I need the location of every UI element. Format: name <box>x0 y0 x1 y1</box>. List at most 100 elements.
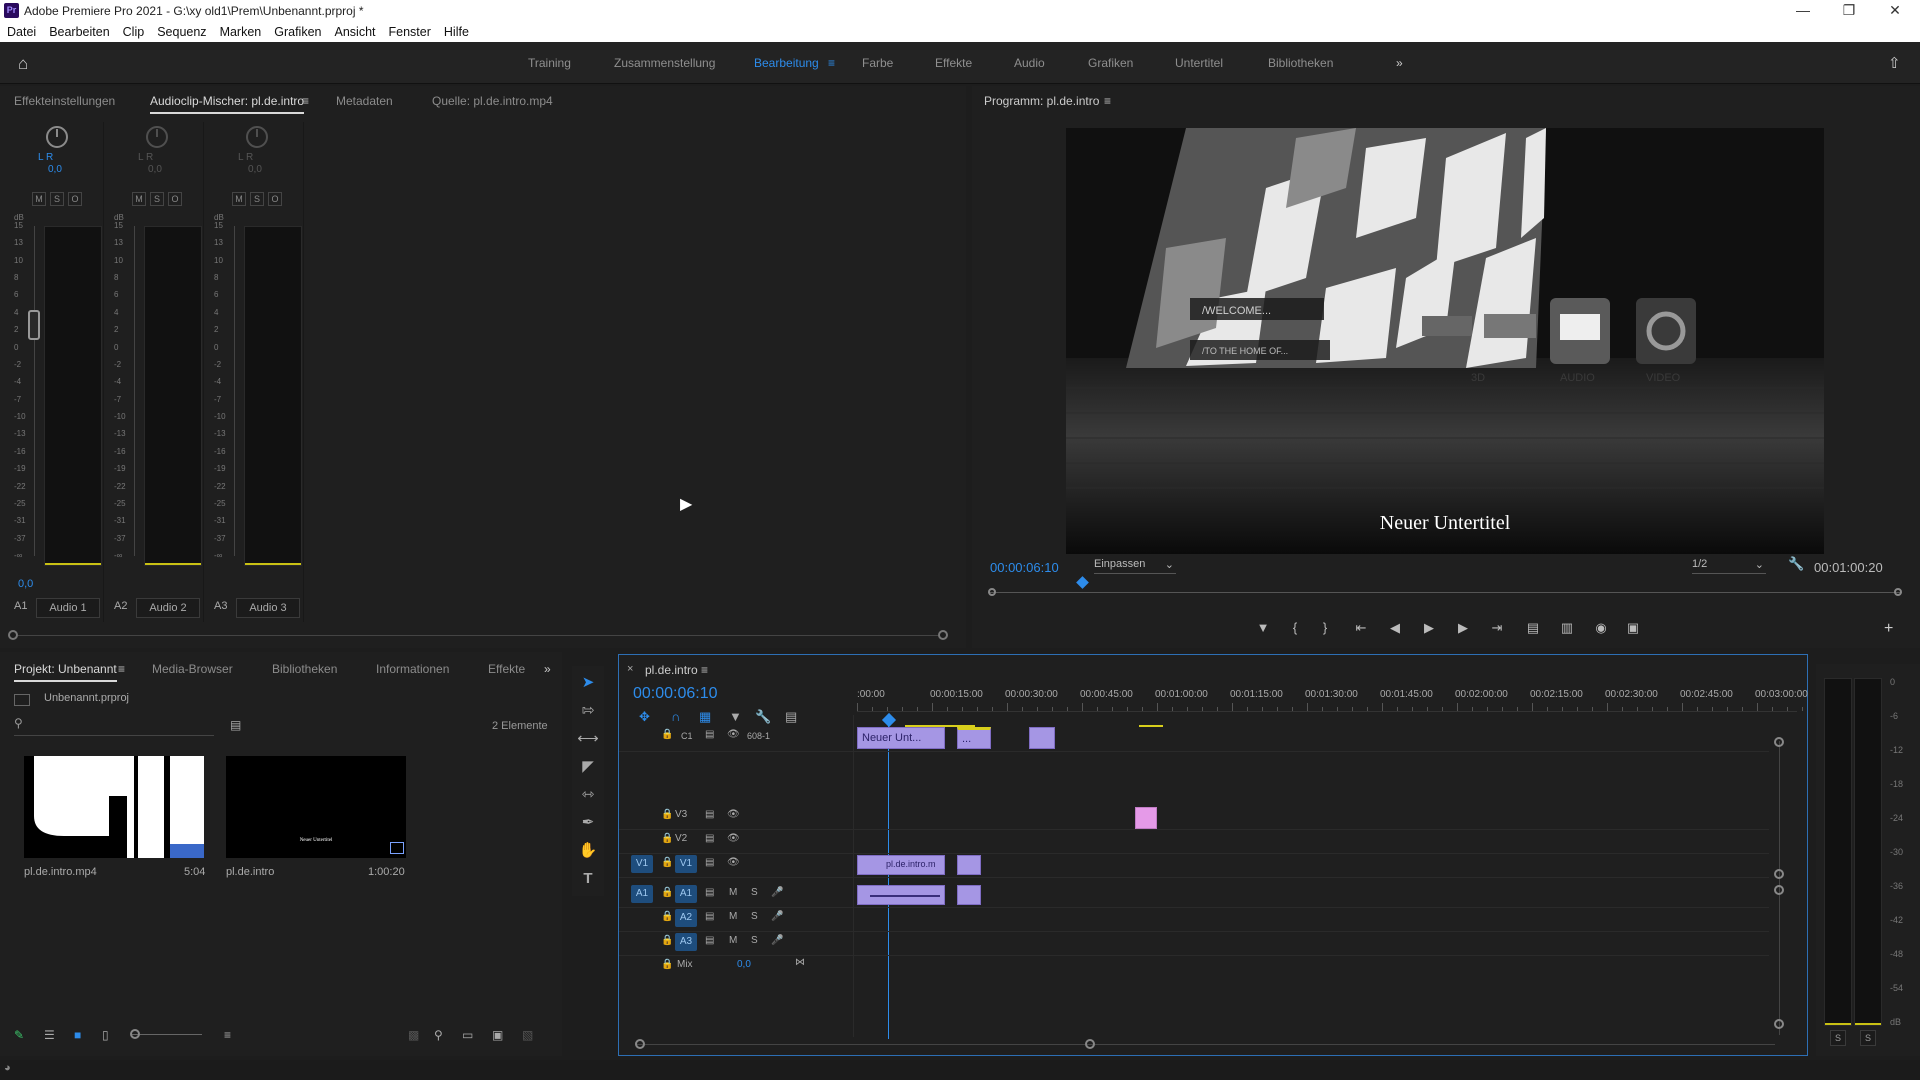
lock-icon[interactable]: 🔒 <box>661 729 673 740</box>
caption-clip-3[interactable] <box>1029 727 1055 749</box>
program-menu-icon[interactable]: ≡ <box>1104 94 1111 108</box>
mix-value[interactable]: 0,0 <box>737 959 751 970</box>
volume-fader-handle[interactable] <box>28 310 40 340</box>
add-marker-icon[interactable]: ▼ <box>729 709 742 724</box>
mute-track-button[interactable]: M <box>729 887 737 898</box>
ripple-edit-tool-icon[interactable]: ⟷ <box>576 728 600 750</box>
scroll-handle-mid[interactable] <box>1774 869 1784 879</box>
workspace-farbe[interactable]: Farbe <box>862 56 893 70</box>
write-icon[interactable]: ✎ <box>14 1028 24 1042</box>
comparison-view-icon[interactable]: ▣ <box>1622 620 1644 636</box>
source-patch-v1[interactable]: V1 <box>631 855 653 873</box>
audio-track-id[interactable]: A3 <box>675 933 697 951</box>
lock-icon[interactable]: 🔒 <box>661 935 673 946</box>
tab-media-browser[interactable]: Media-Browser <box>152 662 233 676</box>
thumbnail-intro-mp4[interactable] <box>24 756 204 858</box>
mark-out-icon[interactable]: } <box>1314 620 1336 635</box>
eye-icon[interactable]: 👁 <box>727 833 740 844</box>
program-timecode[interactable]: 00:00:06:10 <box>990 560 1059 575</box>
video-track-id[interactable]: V2 <box>675 831 687 844</box>
minimize-icon[interactable]: — <box>1780 0 1826 22</box>
hand-tool-icon[interactable]: ✋ <box>576 840 600 862</box>
timeline-horizontal-scrollbar[interactable] <box>635 1039 1795 1051</box>
mixer-scrollbar[interactable] <box>8 630 948 640</box>
go-to-out-icon[interactable]: ⇥ <box>1486 620 1508 636</box>
pan-knob[interactable] <box>46 126 68 148</box>
program-playhead[interactable] <box>1076 576 1089 589</box>
insert-sequence-icon[interactable]: ✥ <box>639 709 650 725</box>
menu-grafiken[interactable]: Grafiken <box>267 22 327 39</box>
lift-icon[interactable]: ▤ <box>1522 620 1544 636</box>
toggle-sync-icon[interactable]: ▤ <box>705 833 714 844</box>
solo-button[interactable]: S <box>250 192 264 206</box>
mix-bowtie-icon[interactable]: ⋈ <box>795 957 805 968</box>
caption-clip[interactable]: Neuer Unt... <box>857 727 945 749</box>
v1-video-clip-2[interactable] <box>957 855 981 875</box>
home-icon[interactable]: ⌂ <box>18 54 28 74</box>
workspace-grafiken[interactable]: Grafiken <box>1088 56 1133 70</box>
pen-tool-icon[interactable]: ✒ <box>576 812 600 834</box>
timeline-ruler[interactable]: :00:00 00:00:15:00 00:00:30:00 00:00:45:00 0… <box>857 689 1818 719</box>
mark-in-icon[interactable]: { <box>1284 620 1306 635</box>
panel-menu-icon[interactable]: ≡ <box>118 662 125 676</box>
maximize-icon[interactable]: ❐ <box>1826 0 1872 22</box>
linked-selection-icon[interactable]: ▦ <box>699 709 711 725</box>
captions-icon[interactable]: ▤ <box>785 709 797 725</box>
tab-audioclip-mischer[interactable]: Audioclip-Mischer: pl.de.intro <box>150 94 305 114</box>
toggle-sync-icon[interactable]: ▤ <box>705 887 714 898</box>
new-item-icon[interactable]: ▣ <box>492 1028 503 1042</box>
more-workspaces-icon[interactable]: » <box>1396 56 1403 70</box>
track-select-tool-icon[interactable]: ⇰ <box>576 700 600 722</box>
record-button[interactable]: O <box>168 192 182 206</box>
mute-button[interactable]: M <box>132 192 146 206</box>
a1-audio-clip[interactable] <box>857 885 945 905</box>
pan-knob[interactable] <box>146 126 168 148</box>
zoom-slider-handle[interactable] <box>130 1029 140 1039</box>
microphone-icon[interactable]: 🎤 <box>771 887 783 898</box>
workspace-bibliotheken[interactable]: Bibliotheken <box>1268 56 1333 70</box>
workspace-effekte[interactable]: Effekte <box>935 56 972 70</box>
lock-icon[interactable]: 🔒 <box>661 809 673 820</box>
scroll-handle-bottom[interactable] <box>1774 1019 1784 1029</box>
solo-button[interactable]: S <box>50 192 64 206</box>
tab-effekteinstellungen[interactable]: Effekteinstellungen <box>14 94 115 108</box>
new-bin-icon[interactable]: ▭ <box>462 1028 473 1042</box>
solo-button[interactable]: S <box>150 192 164 206</box>
lock-icon[interactable]: 🔒 <box>661 959 673 970</box>
trash-icon[interactable]: ▧ <box>522 1028 533 1042</box>
eye-icon[interactable]: 👁 <box>727 729 740 740</box>
workspace-audio[interactable]: Audio <box>1014 56 1045 70</box>
close-sequence-icon[interactable]: × <box>627 663 633 675</box>
eye-icon[interactable]: 👁 <box>727 809 740 820</box>
tab-informationen[interactable]: Informationen <box>376 662 449 676</box>
sequence-tab[interactable]: pl.de.intro <box>645 663 698 677</box>
razor-tool-icon[interactable]: ◤ <box>576 756 600 778</box>
resolution-dropdown[interactable]: 1/2 ⌄ <box>1692 558 1766 574</box>
tab-metadaten[interactable]: Metadaten <box>336 94 393 108</box>
program-time-ruler[interactable] <box>988 576 1902 598</box>
record-button[interactable]: O <box>68 192 82 206</box>
solo-track-button[interactable]: S <box>751 935 758 946</box>
lock-icon[interactable]: 🔒 <box>661 887 673 898</box>
record-button[interactable]: O <box>268 192 282 206</box>
pan-knob[interactable] <box>246 126 268 148</box>
caption-clip-2[interactable]: ... <box>957 727 991 749</box>
panel-menu-icon[interactable]: ≡ <box>302 94 309 108</box>
zoom-slider[interactable] <box>132 1034 202 1035</box>
workspace-bearbeitung[interactable]: Bearbeitung <box>754 56 819 70</box>
mute-track-button[interactable]: M <box>729 935 737 946</box>
menu-clip[interactable]: Clip <box>116 22 151 39</box>
mute-button[interactable]: M <box>232 192 246 206</box>
find-icon[interactable]: ⚲ <box>434 1028 443 1042</box>
step-forward-icon[interactable]: ▶ <box>1452 620 1474 636</box>
solo-right-button[interactable]: S <box>1860 1030 1876 1046</box>
export-frame-icon[interactable]: ◉ <box>1590 620 1612 636</box>
v3-graphic-clip[interactable] <box>1135 807 1157 829</box>
tab-bibliotheken[interactable]: Bibliotheken <box>272 662 337 676</box>
fit-dropdown[interactable]: Einpassen ⌄ <box>1094 558 1176 574</box>
tab-effekte[interactable]: Effekte <box>488 662 525 676</box>
toggle-sync-icon[interactable]: ▤ <box>705 911 714 922</box>
pan-value[interactable]: 0,0 <box>48 164 62 175</box>
scroll-handle-top[interactable] <box>1774 737 1784 747</box>
slip-tool-icon[interactable]: ⇿ <box>576 784 600 806</box>
